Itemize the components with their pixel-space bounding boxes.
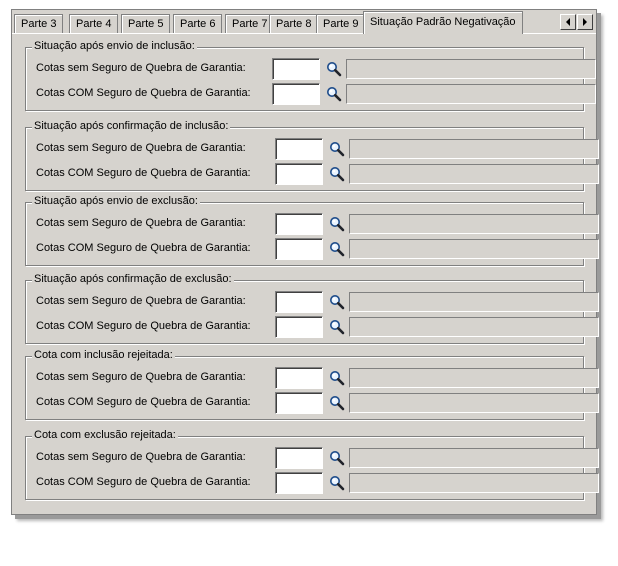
status-description-field [349,292,599,312]
tab-parte-4[interactable]: Parte 4 [69,14,119,33]
status-description-field [349,393,599,413]
arrow-left-icon [566,18,570,26]
status-code-input[interactable] [275,213,323,235]
row-label: Cotas COM Seguro de Quebra de Garantia: [36,242,251,254]
search-icon[interactable] [329,370,345,386]
tab-parte-7[interactable]: Parte 7 [225,14,275,33]
tab-parte-5[interactable]: Parte 5 [121,14,171,33]
status-code-input[interactable] [275,138,323,160]
group-title: Cota com exclusão rejeitada: [32,429,178,441]
tab-scroll-left-button[interactable] [560,14,576,30]
row-com-seguro: Cotas COM Seguro de Quebra de Garantia: [36,83,596,105]
status-code-input[interactable] [272,58,320,80]
tab-parte-8[interactable]: Parte 8 [269,14,319,33]
row-label: Cotas COM Seguro de Quebra de Garantia: [36,320,251,332]
status-description-field [346,84,596,104]
tab-situacao-padrao-negativacao[interactable]: Situação Padrão Negativação [363,11,523,34]
row-sem-seguro: Cotas sem Seguro de Quebra de Garantia: [36,138,599,160]
row-sem-seguro: Cotas sem Seguro de Quebra de Garantia: [36,58,596,80]
search-icon[interactable] [329,395,345,411]
row-label: Cotas sem Seguro de Quebra de Garantia: [36,295,246,307]
search-icon[interactable] [329,450,345,466]
group-6: Cota com exclusão rejeitada: Cotas sem Se… [25,429,599,500]
status-description-field [349,239,599,259]
group-title: Situação após confirmação de inclusão: [32,120,231,132]
status-description-field [349,214,599,234]
search-icon[interactable] [329,475,345,491]
group-title: Situação após envio de exclusão: [32,195,200,207]
row-label: Cotas sem Seguro de Quebra de Garantia: [36,142,246,154]
status-code-input[interactable] [275,238,323,260]
status-code-input[interactable] [275,367,323,389]
status-description-field [346,59,596,79]
arrow-right-icon [583,18,587,26]
row-label: Cotas sem Seguro de Quebra de Garantia: [36,371,246,383]
row-label: Cotas COM Seguro de Quebra de Garantia: [36,396,251,408]
status-description-field [349,448,599,468]
row-label: Cotas COM Seguro de Quebra de Garantia: [36,476,251,488]
row-sem-seguro: Cotas sem Seguro de Quebra de Garantia: [36,367,599,389]
search-icon[interactable] [329,294,345,310]
settings-window: Parte 3 Parte 4 Parte 5 Parte 6 Parte 7 … [11,9,599,515]
tab-parte-6[interactable]: Parte 6 [173,14,223,33]
group-5: Cota com inclusão rejeitada: Cotas sem Se… [25,349,599,420]
row-label: Cotas COM Seguro de Quebra de Garantia: [36,167,251,179]
status-code-input[interactable] [275,291,323,313]
group-3: Situação após envio de exclusão: Cotas se… [25,195,599,266]
status-description-field [349,317,599,337]
search-icon[interactable] [329,141,345,157]
status-code-input[interactable] [275,392,323,414]
row-com-seguro: Cotas COM Seguro de Quebra de Garantia: [36,238,599,260]
status-code-input[interactable] [275,316,323,338]
group-title: Situação após envio de inclusão: [32,40,197,52]
search-icon[interactable] [326,86,342,102]
row-com-seguro: Cotas COM Seguro de Quebra de Garantia: [36,392,599,414]
group-4: Situação após confirmação de exclusão: Co… [25,273,599,344]
row-com-seguro: Cotas COM Seguro de Quebra de Garantia: [36,163,599,185]
row-label: Cotas sem Seguro de Quebra de Garantia: [36,217,246,229]
group-2: Situação após confirmação de inclusão: Co… [25,120,599,191]
row-label: Cotas COM Seguro de Quebra de Garantia: [36,87,251,99]
search-icon[interactable] [329,216,345,232]
row-com-seguro: Cotas COM Seguro de Quebra de Garantia: [36,316,599,338]
search-icon[interactable] [326,61,342,77]
status-code-input[interactable] [272,83,320,105]
tab-scroll-right-button[interactable] [577,14,593,30]
status-description-field [349,139,599,159]
group-1: Situação após envio de inclusão: Cotas se… [25,40,596,111]
row-sem-seguro: Cotas sem Seguro de Quebra de Garantia: [36,447,599,469]
status-code-input[interactable] [275,447,323,469]
row-label: Cotas sem Seguro de Quebra de Garantia: [36,451,246,463]
search-icon[interactable] [329,241,345,257]
row-sem-seguro: Cotas sem Seguro de Quebra de Garantia: [36,291,599,313]
group-title: Situação após confirmação de exclusão: [32,273,234,285]
status-code-input[interactable] [275,472,323,494]
tab-parte-3[interactable]: Parte 3 [14,14,64,33]
group-title: Cota com inclusão rejeitada: [32,349,175,361]
status-description-field [349,164,599,184]
row-com-seguro: Cotas COM Seguro de Quebra de Garantia: [36,472,599,494]
status-code-input[interactable] [275,163,323,185]
tab-parte-9[interactable]: Parte 9 [316,14,366,33]
status-description-field [349,368,599,388]
row-label: Cotas sem Seguro de Quebra de Garantia: [36,62,246,74]
tab-bar: Parte 3 Parte 4 Parte 5 Parte 6 Parte 7 … [12,10,596,35]
status-description-field [349,473,599,493]
tab-scroll-buttons [559,14,593,30]
row-sem-seguro: Cotas sem Seguro de Quebra de Garantia: [36,213,599,235]
search-icon[interactable] [329,319,345,335]
search-icon[interactable] [329,166,345,182]
